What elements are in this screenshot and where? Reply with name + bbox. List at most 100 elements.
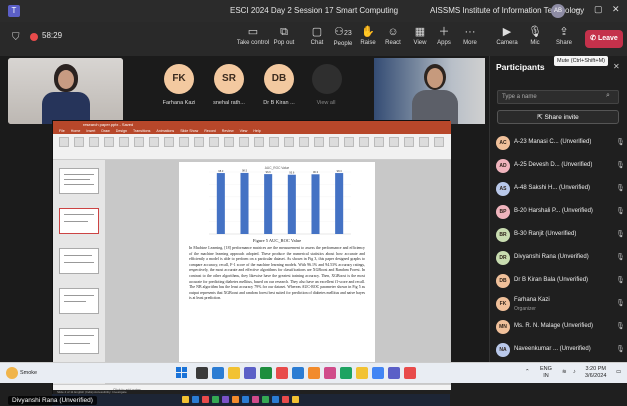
taskbar-app-icon[interactable] — [212, 367, 224, 379]
volume-icon[interactable]: ♪ — [573, 369, 576, 376]
participant-row[interactable]: AD A-25 Devesh D... (Unverified) 🎙 — [496, 157, 625, 175]
lang-top: ENG — [540, 366, 552, 372]
more-button[interactable]: ··· More — [453, 25, 487, 46]
windows-start-icon[interactable] — [176, 367, 188, 379]
slide-paragraph: In Machine Learning, [18] performance ma… — [189, 246, 365, 301]
taskbar-app-icon[interactable] — [196, 367, 208, 379]
microphone-muted-icon[interactable]: 🎙 — [616, 230, 625, 238]
apps-label: Apps — [437, 40, 451, 46]
taskbar-app-icon[interactable] — [308, 367, 320, 379]
microphone-muted-icon[interactable]: 🎙 — [616, 345, 625, 353]
ribbon-button — [299, 137, 309, 147]
taskbar-app-icon[interactable] — [276, 367, 288, 379]
ribbon-button — [329, 137, 339, 147]
participant-video-divyanshi[interactable] — [8, 58, 123, 124]
minimize-button[interactable]: – — [575, 4, 580, 14]
more-icon: ··· — [464, 26, 476, 38]
participant-row[interactable]: NA Naveenkumar ... (Unverified) 🎙 — [496, 341, 625, 359]
chart-bar — [216, 173, 225, 234]
ppt-menu-item: Home — [70, 129, 81, 133]
ribbon-button — [254, 137, 264, 147]
take-control-icon: ▭ — [247, 26, 259, 38]
taskbar-app-icon[interactable] — [372, 367, 384, 379]
microphone-muted-icon[interactable]: 🎙 — [616, 161, 625, 169]
microphone-muted-icon[interactable]: 🎙 — [616, 207, 625, 215]
shield-icon[interactable]: ⛉ — [12, 32, 20, 43]
microphone-muted-icon[interactable]: 🎙 — [616, 253, 625, 261]
view-all-participants-button[interactable] — [312, 64, 342, 94]
notification-icon[interactable]: ▭ — [616, 369, 621, 376]
avatar-sr[interactable]: SR — [214, 64, 244, 94]
taskbar-app-icon[interactable] — [324, 367, 336, 379]
close-icon[interactable]: ✕ — [613, 62, 620, 71]
take-control-button[interactable]: ▭ Take control — [236, 25, 270, 46]
participant-row[interactable]: BP B-20 Harshali P... (Unverified) 🎙 — [496, 203, 625, 221]
participant-search-input[interactable]: Type a name — [497, 90, 619, 104]
taskbar-app-icon[interactable] — [388, 367, 400, 379]
remote-app-icon — [292, 396, 299, 403]
microphone-muted-icon[interactable]: 🎙 — [616, 322, 625, 330]
maximize-button[interactable]: ▢ — [594, 4, 603, 15]
participant-row[interactable]: BR B-30 Ranjit (Unverified) 🎙 — [496, 226, 625, 244]
windows-taskbar: Smoke ⌃ ENG IN ≋ ♪ 3:20 PM 3/6/2024 ▭ — [0, 362, 627, 383]
org-avatar[interactable]: AB — [551, 4, 565, 18]
avatar-initials: SR — [222, 73, 236, 84]
ribbon-button — [284, 137, 294, 147]
participant-row[interactable]: DR Divyanshi Rana (Unverified) 🎙 — [496, 249, 625, 267]
panel-title: Participants — [496, 62, 545, 72]
participant-row[interactable]: AC A-23 Manasi C... (Unverified) 🎙 — [496, 134, 625, 152]
clock[interactable]: 3:20 PM 3/6/2024 — [585, 366, 606, 380]
chevron-up-icon[interactable]: ⌃ — [525, 369, 530, 376]
participant-row[interactable]: FK Farhana Kazi Organizer 🎙 — [496, 295, 625, 313]
taskbar-app-icon[interactable] — [340, 367, 352, 379]
weather-icon[interactable] — [6, 367, 18, 379]
ppt-title-bar: research paper.pptx - Saved — [53, 121, 451, 128]
microphone-muted-icon[interactable]: 🎙 — [616, 138, 625, 146]
chart-bar — [335, 173, 344, 234]
microphone-muted-icon[interactable]: 🎙 — [616, 276, 625, 284]
leave-button[interactable]: ✆ Leave — [585, 30, 623, 48]
view-label: View — [413, 40, 427, 46]
clock-time: 3:20 PM — [585, 366, 606, 372]
taskbar-app-icon[interactable] — [404, 367, 416, 379]
teams-logo-icon: T — [8, 5, 20, 17]
ribbon-button — [89, 137, 99, 147]
remote-app-icon — [232, 396, 239, 403]
language-indicator[interactable]: ENG IN — [540, 366, 552, 380]
taskbar-app-icon[interactable] — [356, 367, 368, 379]
auc-roc-chart: AUC_ROC Value 98.3 98.5 96.6 95.6 96.3 98.3 — [209, 166, 351, 235]
weather-label: Smoke — [20, 370, 38, 376]
participant-row[interactable]: DB Dr B Kiran Bala (Unverified) 🎙 — [496, 272, 625, 290]
microphone-muted-icon[interactable]: 🎙 — [616, 299, 625, 307]
slide-thumbnail — [59, 288, 99, 314]
taskbar-app-icon[interactable] — [228, 367, 240, 379]
avatar-initials: DB — [271, 73, 287, 84]
remote-app-icon — [242, 396, 249, 403]
speaker-video[interactable] — [374, 58, 485, 124]
wifi-icon[interactable]: ≋ — [562, 369, 567, 376]
taskbar-app-icon[interactable] — [260, 367, 272, 379]
participant-name: Ms. R. N. Malage (Unverified) — [514, 323, 594, 329]
search-icon: ⌕ — [606, 92, 610, 99]
share-label: Share — [555, 40, 572, 46]
participant-avatar: AS — [496, 182, 510, 196]
participant-row[interactable]: AS A-48 Sakshi H... (Unverified) 🎙 — [496, 180, 625, 198]
share-invite-button[interactable]: ⇱ Share invite — [497, 110, 619, 124]
pop-out-button[interactable]: ⧉ Pop out — [267, 25, 301, 46]
participants-panel: Participants Mute (Ctrl+Shift+M) ✕ Type … — [489, 56, 627, 362]
ribbon-button — [104, 137, 114, 147]
share-button[interactable]: ⇪ Share — [547, 25, 581, 46]
microphone-muted-icon[interactable]: 🎙 — [616, 184, 625, 192]
ppt-menu-item: Animations — [156, 129, 175, 133]
participant-name: A-25 Devesh D... (Unverified) — [514, 162, 593, 168]
taskbar-app-icon[interactable] — [244, 367, 256, 379]
participant-row[interactable]: MN Ms. R. N. Malage (Unverified) 🎙 — [496, 318, 625, 336]
avatar-db[interactable]: DB — [264, 64, 294, 94]
share-invite-label: Share invite — [544, 114, 579, 121]
close-window-button[interactable]: ✕ — [612, 4, 620, 15]
recording-indicator-icon — [30, 33, 38, 41]
avatar-fk[interactable]: FK — [164, 64, 194, 94]
meeting-toolbar: ⛉ 58:29 ▭ Take control ⧉ Pop out ▢ Chat ⚇23… — [0, 22, 627, 56]
taskbar-app-icon[interactable] — [292, 367, 304, 379]
shared-screen[interactable]: research paper.pptx - Saved File Home Inse… — [52, 120, 451, 395]
